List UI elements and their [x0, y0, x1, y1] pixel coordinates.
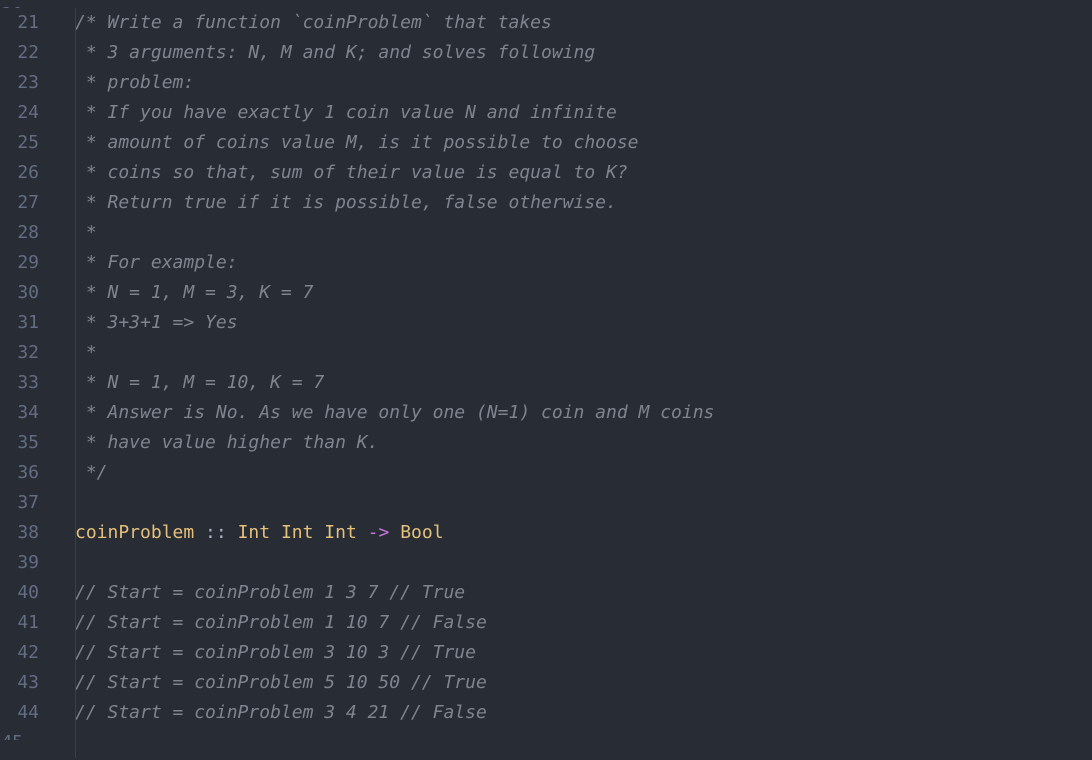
line-number: 43 — [0, 668, 39, 698]
line-number: 21 — [0, 8, 39, 38]
line-number: 33 — [0, 368, 39, 398]
line-number: 42 — [0, 638, 39, 668]
code-line: coinProblem :: Int Int Int -> Bool — [75, 518, 1092, 548]
code-line: * Return true if it is possible, false o… — [75, 188, 1092, 218]
line-number: 31 — [0, 308, 39, 338]
line-number: 28 — [0, 218, 39, 248]
code-line: * 3+3+1 => Yes — [75, 308, 1092, 338]
block-comment: * 3 arguments: N, M and K; and solves fo… — [75, 42, 595, 63]
code-line: * For example: — [75, 248, 1092, 278]
block-comment: * N = 1, M = 10, K = 7 — [75, 372, 324, 393]
code-line: * N = 1, M = 3, K = 7 — [75, 278, 1092, 308]
line-number: 41 — [0, 608, 39, 638]
code-editor[interactable]: 20 21 22 23 24 25 26 27 28 29 30 31 32 3… — [0, 0, 1092, 760]
code-line: // Start = coinProblem 3 10 3 // True — [75, 638, 1092, 668]
block-comment: * amount of coins value M, is it possibl… — [75, 132, 639, 153]
code-area[interactable]: /* Write a function `coinProblem` that t… — [55, 0, 1092, 760]
type: Int — [238, 522, 271, 543]
code-line: // Start = coinProblem 1 10 7 // False — [75, 608, 1092, 638]
code-line: * If you have exactly 1 coin value N and… — [75, 98, 1092, 128]
line-number: 37 — [0, 488, 39, 518]
block-comment: * have value higher than K. — [75, 432, 378, 453]
code-line: * 3 arguments: N, M and K; and solves fo… — [75, 38, 1092, 68]
line-number: 45 — [0, 728, 39, 740]
line-comment: // Start = coinProblem 3 4 21 // False — [75, 702, 487, 723]
line-number: 23 — [0, 68, 39, 98]
block-comment: * — [75, 342, 97, 363]
block-comment: /* Write a function `coinProblem` that t… — [75, 12, 552, 33]
line-comment: // Start = coinProblem 3 10 3 // True — [75, 642, 476, 663]
block-comment: * 3+3+1 => Yes — [75, 312, 238, 333]
code-line — [75, 728, 1092, 740]
block-comment: * Answer is No. As we have only one (N=1… — [75, 402, 714, 423]
code-line: * problem: — [75, 68, 1092, 98]
code-line — [75, 548, 1092, 578]
line-number: 34 — [0, 398, 39, 428]
line-number-gutter: 20 21 22 23 24 25 26 27 28 29 30 31 32 3… — [0, 0, 55, 760]
code-line — [75, 0, 1092, 8]
line-number: 30 — [0, 278, 39, 308]
line-number: 22 — [0, 38, 39, 68]
code-line: * coins so that, sum of their value is e… — [75, 158, 1092, 188]
code-line: * Answer is No. As we have only one (N=1… — [75, 398, 1092, 428]
line-number: 24 — [0, 98, 39, 128]
line-comment: // Start = coinProblem 1 10 7 // False — [75, 612, 487, 633]
code-line — [75, 488, 1092, 518]
type-operator: :: — [194, 522, 237, 543]
code-line: * — [75, 338, 1092, 368]
line-number: 25 — [0, 128, 39, 158]
type: Bool — [400, 522, 443, 543]
line-number: 39 — [0, 548, 39, 578]
block-comment: * problem: — [75, 72, 194, 93]
line-number: 44 — [0, 698, 39, 728]
block-comment: * — [75, 222, 97, 243]
code-line: // Start = coinProblem 1 3 7 // True — [75, 578, 1092, 608]
code-line: * N = 1, M = 10, K = 7 — [75, 368, 1092, 398]
function-name: coinProblem — [75, 522, 194, 543]
line-number: 40 — [0, 578, 39, 608]
block-comment: * If you have exactly 1 coin value N and… — [75, 102, 617, 123]
block-comment: * N = 1, M = 3, K = 7 — [75, 282, 313, 303]
type: Int — [281, 522, 314, 543]
line-comment: // Start = coinProblem 5 10 50 // True — [75, 672, 487, 693]
code-line: * amount of coins value M, is it possibl… — [75, 128, 1092, 158]
code-line: // Start = coinProblem 5 10 50 // True — [75, 668, 1092, 698]
line-number: 36 — [0, 458, 39, 488]
line-number: 29 — [0, 248, 39, 278]
line-number: 27 — [0, 188, 39, 218]
line-number: 35 — [0, 428, 39, 458]
line-number: 26 — [0, 158, 39, 188]
block-comment: * Return true if it is possible, false o… — [75, 192, 617, 213]
code-line: // Start = coinProblem 3 4 21 // False — [75, 698, 1092, 728]
block-comment: */ — [75, 462, 108, 483]
code-line: */ — [75, 458, 1092, 488]
line-number: 32 — [0, 338, 39, 368]
block-comment: * coins so that, sum of their value is e… — [75, 162, 628, 183]
code-line: * have value higher than K. — [75, 428, 1092, 458]
arrow-operator: -> — [368, 522, 390, 543]
block-comment: * For example: — [75, 252, 238, 273]
code-line: * — [75, 218, 1092, 248]
line-number: 20 — [0, 0, 39, 8]
code-line: /* Write a function `coinProblem` that t… — [75, 8, 1092, 38]
indent-guide — [75, 8, 76, 758]
line-number: 38 — [0, 518, 39, 548]
line-comment: // Start = coinProblem 1 3 7 // True — [75, 582, 465, 603]
type: Int — [324, 522, 357, 543]
